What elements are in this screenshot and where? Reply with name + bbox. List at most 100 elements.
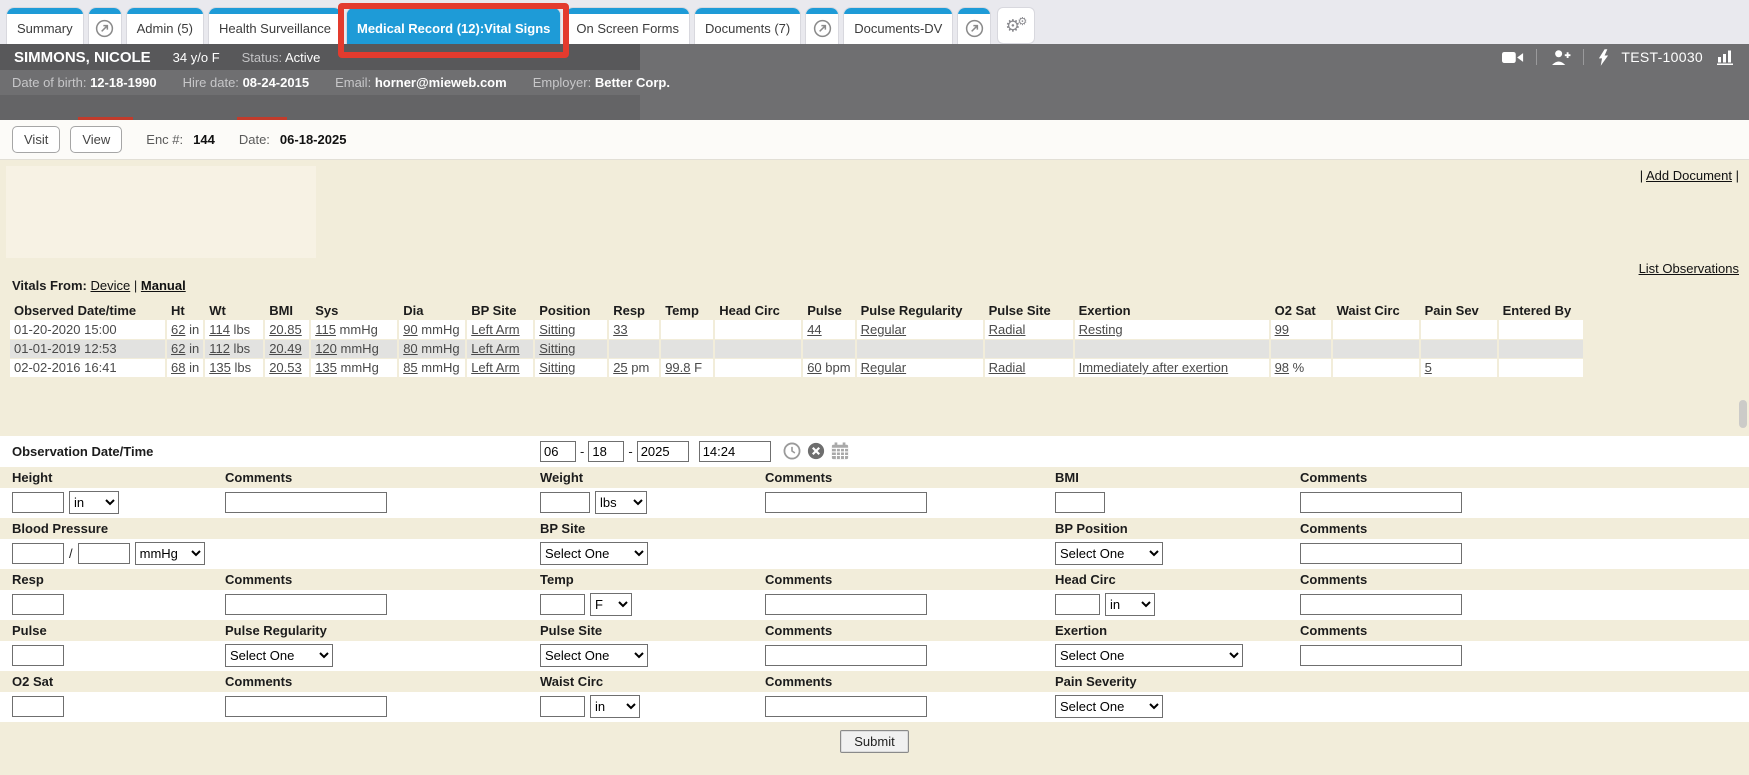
vitals-value-link[interactable]: Sitting [539, 341, 575, 356]
vitals-value-link[interactable]: Left Arm [471, 341, 519, 356]
head-circ-input[interactable] [1055, 594, 1100, 615]
vitals-value-link[interactable]: 135 [315, 360, 337, 375]
pulse-regularity-select[interactable]: Select One [225, 644, 333, 667]
tab-medical-record-vital-signs[interactable]: Medical Record (12):Vital Signs [346, 7, 561, 44]
vitals-value-link[interactable]: 44 [807, 322, 821, 337]
weight-comments-input[interactable] [765, 492, 927, 513]
clock-icon[interactable] [783, 442, 801, 460]
obs-day-input[interactable] [588, 441, 624, 462]
manual-link[interactable]: Manual [141, 278, 186, 293]
resp-comments-input[interactable] [225, 594, 387, 615]
obs-year-input[interactable] [637, 441, 689, 462]
bmi-comments-input[interactable] [1300, 492, 1462, 513]
obs-time-input[interactable] [699, 441, 771, 462]
view-button[interactable]: View [70, 126, 122, 153]
vitals-value-link[interactable]: 62 [171, 322, 185, 337]
flowsheet-chart-icon[interactable] [1717, 49, 1735, 65]
head-circ-comments-input[interactable] [1300, 594, 1462, 615]
bp-comments-input[interactable] [1300, 543, 1462, 564]
tab-admin[interactable]: Admin (5) [126, 7, 204, 44]
vitals-value-link[interactable]: 115 [315, 322, 336, 337]
o2-sat-input[interactable] [12, 696, 64, 717]
tab-documents-dv[interactable]: Documents-DV [843, 7, 953, 44]
exertion-comments-input[interactable] [1300, 645, 1462, 666]
vitals-value-link[interactable]: 80 [403, 341, 417, 356]
tab-documents[interactable]: Documents (7) [694, 7, 801, 44]
vitals-value-link[interactable]: 99 [1275, 322, 1289, 337]
vitals-value-link[interactable]: Sitting [539, 322, 575, 337]
height-unit-select[interactable]: in [69, 491, 119, 514]
vitals-value-link[interactable]: Regular [861, 322, 907, 337]
head-circ-unit-select[interactable]: in [1105, 593, 1155, 616]
vitals-value-link[interactable]: 20.49 [269, 341, 302, 356]
calendar-icon[interactable] [831, 442, 849, 460]
pain-severity-select[interactable]: Select One [1055, 695, 1163, 718]
waist-circ-comments-input[interactable] [765, 696, 927, 717]
o2-sat-comments-input[interactable] [225, 696, 387, 717]
waist-circ-input[interactable] [540, 696, 585, 717]
vitals-value-link[interactable]: 20.85 [269, 322, 302, 337]
device-link[interactable]: Device [91, 278, 131, 293]
bp-systolic-input[interactable] [12, 543, 64, 564]
vitals-value-link[interactable]: 98 [1275, 360, 1289, 375]
exertion-select[interactable]: Select One [1055, 644, 1243, 667]
tab-summary[interactable]: Summary [6, 7, 84, 44]
vitals-value-link[interactable]: Sitting [539, 360, 575, 375]
visit-button[interactable]: Visit [12, 126, 60, 153]
waist-circ-unit-select[interactable]: in [590, 695, 640, 718]
bp-site-select[interactable]: Select One [540, 542, 648, 565]
vitals-value-link[interactable]: 85 [403, 360, 417, 375]
settings-button[interactable]: ⚙⚙ [997, 7, 1035, 44]
vitals-value-link[interactable]: Left Arm [471, 322, 519, 337]
vitals-value-link[interactable]: 20.53 [269, 360, 302, 375]
vitals-value-link[interactable]: Left Arm [471, 360, 519, 375]
tab-on-screen-forms[interactable]: On Screen Forms [565, 7, 690, 44]
bmi-label: BMI [1055, 470, 1300, 485]
weight-unit-select[interactable]: lbs [595, 491, 647, 514]
vitals-value-link[interactable]: Regular [861, 360, 907, 375]
scrollbar-thumb[interactable] [1739, 400, 1747, 428]
temp-comments-input[interactable] [765, 594, 927, 615]
video-camera-icon[interactable] [1502, 50, 1524, 65]
add-document-link[interactable]: Add Document [1646, 168, 1732, 183]
vitals-value-link[interactable]: 99.8 [665, 360, 690, 375]
add-user-icon[interactable] [1551, 49, 1571, 66]
vitals-value-link[interactable]: 68 [171, 360, 185, 375]
pulse-site-select[interactable]: Select One [540, 644, 648, 667]
pulse-comments-input[interactable] [765, 645, 927, 666]
obs-month-input[interactable] [540, 441, 576, 462]
vitals-value-link[interactable]: 90 [403, 322, 417, 337]
tab-documents-dv-popout[interactable] [957, 7, 991, 44]
vitals-value-link[interactable]: 25 [613, 360, 627, 375]
temp-input[interactable] [540, 594, 585, 615]
submit-button[interactable]: Submit [840, 730, 908, 753]
weight-input[interactable] [540, 492, 590, 513]
tab-health-surveillance[interactable]: Health Surveillance [208, 7, 342, 44]
bmi-input[interactable] [1055, 492, 1105, 513]
vitals-value-link[interactable]: Immediately after exertion [1079, 360, 1229, 375]
tab-summary-popout[interactable] [88, 7, 122, 44]
vitals-value-link[interactable]: 33 [613, 322, 627, 337]
lightning-bolt-icon[interactable] [1598, 49, 1609, 66]
height-input[interactable] [12, 492, 64, 513]
bp-unit-select[interactable]: mmHg [135, 542, 205, 565]
clear-date-icon[interactable] [807, 442, 825, 460]
temp-unit-select[interactable]: F [590, 593, 632, 616]
vitals-value-link[interactable]: 60 [807, 360, 821, 375]
vitals-value-link[interactable]: 120 [315, 341, 337, 356]
vitals-value-link[interactable]: Resting [1079, 322, 1123, 337]
pulse-input[interactable] [12, 645, 64, 666]
vitals-value-link[interactable]: 114 [209, 322, 230, 337]
resp-input[interactable] [12, 594, 64, 615]
vitals-value-link[interactable]: Radial [989, 360, 1026, 375]
vitals-value-link[interactable]: 5 [1425, 360, 1432, 375]
vitals-value-link[interactable]: 135 [209, 360, 231, 375]
bp-diastolic-input[interactable] [78, 543, 130, 564]
vitals-value-link[interactable]: Radial [989, 322, 1026, 337]
tab-documents-popout[interactable] [805, 7, 839, 44]
height-comments-input[interactable] [225, 492, 387, 513]
vitals-value-link[interactable]: 112 [209, 341, 230, 356]
bp-position-select[interactable]: Select One [1055, 542, 1163, 565]
vitals-value-link[interactable]: 62 [171, 341, 185, 356]
list-observations-link[interactable]: List Observations [1639, 261, 1739, 276]
